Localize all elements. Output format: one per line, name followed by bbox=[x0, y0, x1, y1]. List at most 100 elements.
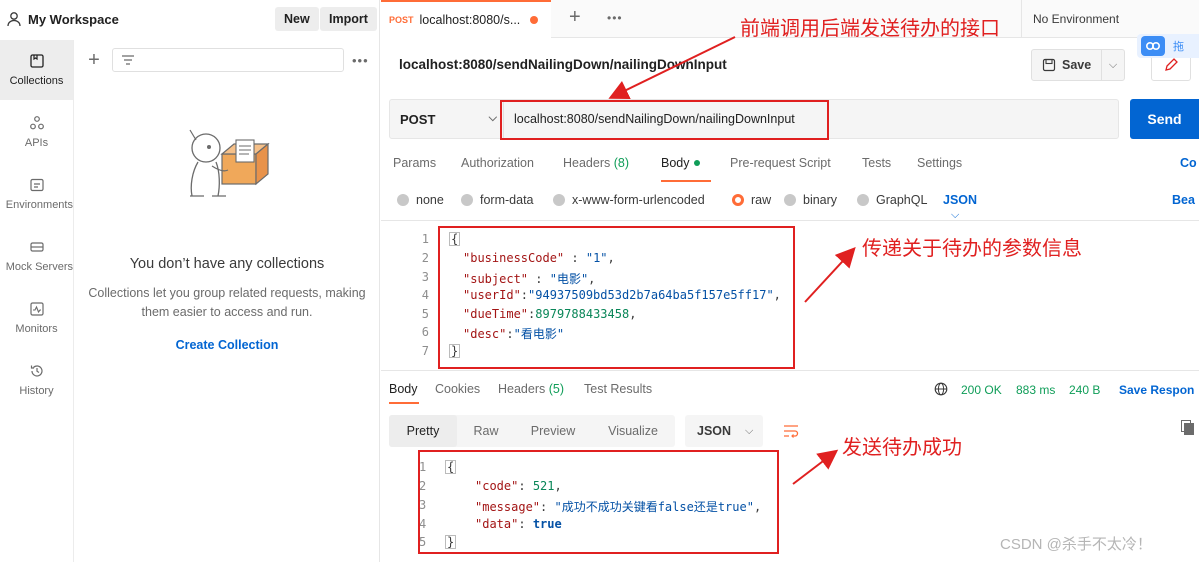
divider bbox=[381, 220, 1199, 221]
sidebar-item-history[interactable]: History bbox=[0, 350, 73, 410]
send-button[interactable]: Send bbox=[1130, 99, 1199, 139]
chevron-down-icon[interactable]: ⌵ bbox=[1102, 59, 1124, 72]
environment-select[interactable]: No Environment bbox=[1033, 12, 1119, 26]
radio-binary[interactable]: binary bbox=[784, 193, 837, 207]
active-tab-underline bbox=[661, 180, 711, 182]
new-tab-icon[interactable]: + bbox=[569, 6, 581, 29]
wrap-lines-button[interactable] bbox=[775, 415, 807, 447]
pencil-icon bbox=[1165, 58, 1178, 71]
sidebar-item-label: Mock Servers bbox=[5, 261, 73, 273]
wrap-icon bbox=[784, 425, 799, 438]
active-tab-underline bbox=[389, 402, 419, 404]
view-preview[interactable]: Preview bbox=[515, 415, 591, 447]
response-tab-cookies[interactable]: Cookies bbox=[435, 382, 480, 396]
save-response-button[interactable]: Save Respon bbox=[1119, 383, 1194, 397]
sidebar-item-mock-servers[interactable]: Mock Servers bbox=[0, 226, 73, 286]
tab-headers-label: Headers bbox=[498, 382, 546, 396]
response-time[interactable]: 883 ms bbox=[1016, 383, 1055, 397]
chevron-down-icon: ⌵ bbox=[745, 424, 754, 437]
tab-prerequest[interactable]: Pre-request Script bbox=[730, 156, 831, 170]
response-tab-test-results[interactable]: Test Results bbox=[584, 382, 652, 396]
view-visualize[interactable]: Visualize bbox=[591, 415, 675, 447]
tab-headers[interactable]: Headers (8) bbox=[563, 156, 629, 170]
tab-authorization[interactable]: Authorization bbox=[461, 156, 534, 170]
beautify-link[interactable]: Bea bbox=[1172, 193, 1195, 207]
response-size[interactable]: 240 B bbox=[1069, 383, 1100, 397]
format-label: JSON bbox=[697, 424, 732, 438]
sidebar-item-label: Monitors bbox=[15, 323, 58, 335]
response-tab-body[interactable]: Body bbox=[389, 382, 418, 396]
response-format-select[interactable]: JSON ⌵ bbox=[685, 415, 763, 447]
radio-raw[interactable]: raw bbox=[732, 193, 771, 207]
tab-cookies[interactable]: Co bbox=[1180, 156, 1197, 170]
line-number: 1 bbox=[421, 232, 429, 246]
response-tab-headers[interactable]: Headers (5) bbox=[498, 382, 564, 396]
radio-selected-icon bbox=[732, 194, 744, 206]
format-label: JSON bbox=[943, 193, 978, 207]
request-name[interactable]: localhost:8080/sendNailingDown/nailingDo… bbox=[399, 57, 727, 72]
globe-icon[interactable] bbox=[934, 382, 948, 396]
save-label: Save bbox=[1062, 58, 1092, 72]
tab-method: POST bbox=[389, 15, 414, 25]
radio-label: x-www-form-urlencoded bbox=[572, 193, 705, 207]
workspace-title[interactable]: My Workspace bbox=[28, 12, 119, 27]
tab-params[interactable]: Params bbox=[393, 156, 436, 170]
sidebar-item-environments[interactable]: Environments bbox=[0, 164, 73, 224]
tab-body-label: Body bbox=[661, 156, 690, 170]
radio-form-data[interactable]: form-data bbox=[461, 193, 534, 207]
new-button[interactable]: New bbox=[275, 7, 319, 31]
status-code[interactable]: 200 OK bbox=[961, 383, 1002, 397]
import-button[interactable]: Import bbox=[320, 7, 377, 31]
active-dot-icon bbox=[693, 160, 700, 166]
tab-tests[interactable]: Tests bbox=[862, 156, 891, 170]
sidebar: My Workspace New Import Collections APIs… bbox=[0, 0, 380, 562]
url-highlight-box bbox=[500, 100, 829, 140]
body-format-select[interactable]: JSON ⌵ bbox=[943, 193, 977, 222]
line-number: 2 bbox=[421, 251, 429, 265]
watermark: CSDN @杀手不太冷！ bbox=[1000, 536, 1152, 553]
create-collection-link[interactable]: Create Collection bbox=[96, 338, 358, 352]
line-number: 4 bbox=[421, 288, 429, 302]
view-pretty[interactable]: Pretty bbox=[389, 415, 457, 447]
collections-icon bbox=[29, 54, 44, 68]
save-button[interactable]: Save ⌵ bbox=[1031, 49, 1125, 81]
request-tab[interactable]: POST localhost:8080/s... bbox=[381, 0, 551, 38]
cloud-icon bbox=[1141, 36, 1165, 56]
add-collection-icon[interactable]: + bbox=[82, 49, 106, 72]
sidebar-item-monitors[interactable]: Monitors bbox=[0, 288, 73, 348]
tab-name: localhost:8080/s... bbox=[419, 13, 521, 27]
cloud-badge[interactable]: 拖 bbox=[1137, 34, 1199, 58]
sidebar-item-apis[interactable]: APIs bbox=[0, 102, 73, 162]
more-options-icon[interactable]: ••• bbox=[352, 53, 369, 68]
line-number: 6 bbox=[421, 325, 429, 339]
radio-icon bbox=[857, 194, 869, 206]
copy-icon[interactable] bbox=[1181, 420, 1195, 439]
tab-more-icon[interactable]: ••• bbox=[607, 11, 623, 25]
tab-settings[interactable]: Settings bbox=[917, 156, 962, 170]
radio-none[interactable]: none bbox=[397, 193, 444, 207]
radio-label: form-data bbox=[480, 193, 534, 207]
tab-body[interactable]: Body bbox=[661, 156, 700, 170]
radio-graphql[interactable]: GraphQL bbox=[857, 193, 927, 207]
radio-label: binary bbox=[803, 193, 838, 207]
annotation-top: 前端调用后端发送待办的接口 bbox=[740, 16, 1000, 40]
tab-headers-label: Headers bbox=[563, 156, 611, 170]
radio-icon bbox=[553, 194, 565, 206]
method-select[interactable]: POST ⌵ bbox=[390, 100, 504, 138]
empty-title: You don’t have any collections bbox=[129, 256, 325, 272]
annotation-middle: 传递关于待办的参数信息 bbox=[862, 236, 1082, 260]
tab-headers-count: (5) bbox=[548, 382, 565, 396]
filter-input[interactable] bbox=[112, 48, 344, 72]
line-number: 7 bbox=[421, 344, 429, 358]
line-number: 5 bbox=[421, 307, 429, 321]
empty-state-illustration bbox=[189, 129, 270, 197]
radio-urlencoded[interactable]: x-www-form-urlencoded bbox=[553, 193, 705, 207]
user-icon bbox=[7, 12, 21, 27]
view-raw[interactable]: Raw bbox=[457, 415, 515, 447]
collections-toolbar: + ••• bbox=[82, 48, 374, 72]
sidebar-item-label: APIs bbox=[24, 137, 49, 149]
sidebar-item-label: Collections bbox=[9, 75, 64, 87]
sidebar-item-label: Environments bbox=[5, 199, 73, 211]
radio-label: raw bbox=[751, 193, 772, 207]
sidebar-item-collections[interactable]: Collections bbox=[0, 40, 73, 100]
